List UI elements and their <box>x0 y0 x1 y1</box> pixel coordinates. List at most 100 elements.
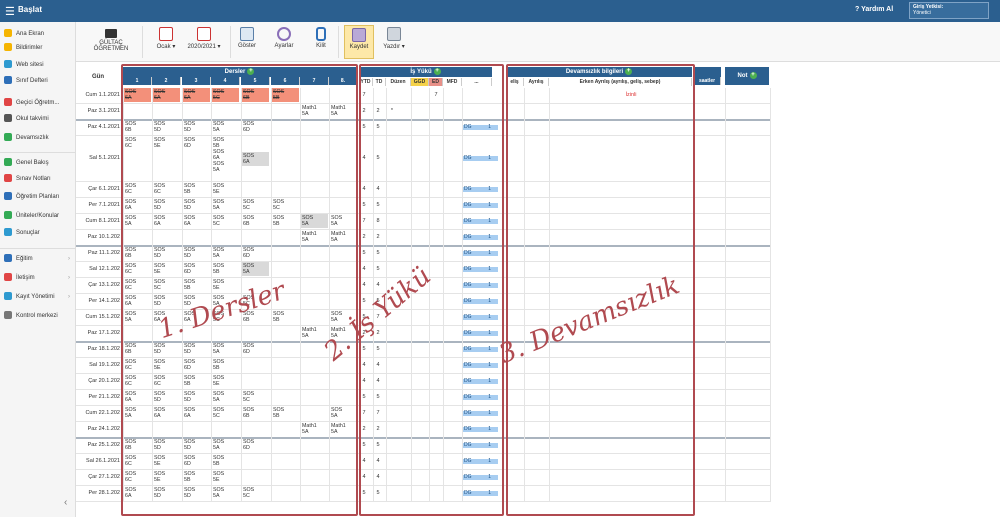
year-select[interactable]: 2020/2021 ▾ <box>184 25 224 50</box>
sidebar-item-icon <box>4 76 12 85</box>
sidebar-divider <box>0 248 76 249</box>
print-label: Yazdır <box>383 44 401 50</box>
gear-icon <box>277 27 291 41</box>
toolbar: GÜLTAÇ ÖĞRETMEN Ocak ▾ 2020/2021 ▾ Göste… <box>76 22 1000 62</box>
sidebar-item-icon <box>4 192 12 201</box>
toolbar-divider <box>338 26 339 58</box>
sidebar-item-icon <box>4 311 12 320</box>
sidebar-item-label: Kayıt Yönetimi <box>16 294 55 300</box>
add-note-icon[interactable]: + <box>749 71 757 79</box>
day-label: Çar 20.1.202 <box>88 378 120 384</box>
teacher-name-line2: ÖĞRETMEN <box>93 46 129 52</box>
settings-label: Ayarlar <box>274 43 294 49</box>
chevron-right-icon: › <box>68 275 70 281</box>
sidebar-item[interactable]: İletişim › <box>4 271 76 285</box>
help-label: Yardım Al <box>861 6 894 13</box>
print-button[interactable]: Yazdır ▾ <box>379 25 409 50</box>
sidebar-item[interactable]: Bildirimler <box>4 41 76 55</box>
sidebar-item-label: İletişim <box>16 275 35 281</box>
year-label: 2020/2021 <box>187 44 216 50</box>
floppy-disk-icon <box>352 28 366 42</box>
day-label: Sal 26.1.2021 <box>86 458 120 464</box>
collapse-sidebar-icon[interactable]: ‹ <box>64 497 67 508</box>
sidebar-item-icon <box>4 292 12 301</box>
sidebar-item-icon <box>4 158 12 167</box>
column-divider <box>725 88 726 502</box>
sidebar-item-icon <box>4 211 12 220</box>
sidebar-item-label: Okul takvimi <box>16 116 49 122</box>
day-label: Paz 25.1.202 <box>87 442 120 448</box>
sidebar-item[interactable]: Okul takvimi <box>4 112 76 126</box>
sidebar-item[interactable]: Sonuçlar <box>4 226 76 240</box>
sidebar-item[interactable]: Eğitim › <box>0 248 76 266</box>
day-label: Cum 15.1.202 <box>85 314 120 320</box>
save-label: Kaydet <box>349 44 369 50</box>
sidebar-item[interactable]: Ana Ekran <box>4 27 76 41</box>
auth-select[interactable]: Giriş Yetkisi: Yönetici <box>909 2 989 19</box>
day-label: Çar 13.1.202 <box>88 282 120 288</box>
sidebar-item-label: Sınıf Defteri <box>16 78 48 84</box>
day-label: Paz 18.1.202 <box>87 346 120 352</box>
day-label: Cum 1.1.2021 <box>85 92 120 98</box>
settings-button[interactable]: Ayarlar <box>272 25 296 49</box>
lock-label: Kilit <box>316 43 326 49</box>
day-label: Sal 5.1.2021 <box>89 155 120 161</box>
sidebar-item-icon <box>4 174 12 183</box>
day-label: Paz 3.1.2021 <box>87 108 120 114</box>
sidebar-item[interactable]: Genel Bakış <box>0 152 76 170</box>
sidebar-item-label: Sonuçlar <box>16 230 40 236</box>
month-label: Ocak <box>156 44 171 50</box>
sidebar-item-label: Üniteler/Konular <box>16 213 60 219</box>
sidebar-item-label: Genel Bakış <box>16 160 49 166</box>
sidebar-item-icon <box>4 98 12 107</box>
sidebar-item-label: Sınav Notları <box>16 176 51 182</box>
day-label: Per 28.1.202 <box>88 490 121 496</box>
day-label: Per 7.1.2021 <box>88 202 121 208</box>
schedule-grid: Gün Dersler + 1 2 3 4 5 6 7 8. İş Yükü + YTD TD Düz… <box>76 62 1000 517</box>
app-title[interactable]: Başlat <box>18 5 42 14</box>
hamburger-menu-icon[interactable]: ☰ <box>5 5 15 18</box>
lock-button[interactable]: Kilit <box>313 25 329 49</box>
sidebar-item[interactable]: Sınıf Defteri <box>4 74 76 88</box>
sidebar-item[interactable]: Kayıt Yönetimi › <box>4 290 76 304</box>
note-header: Not + <box>725 67 769 85</box>
help-button[interactable]: ? Yardım Al <box>855 6 893 13</box>
sidebar-item[interactable]: Web sitesi <box>4 58 76 72</box>
sidebar-item[interactable]: Devamsızlık <box>4 131 76 145</box>
day-label: Sal 19.1.202 <box>89 362 120 368</box>
grid-icon <box>240 27 254 41</box>
sidebar-item-label: Devamsızlık <box>16 135 49 141</box>
day-label: Per 14.1.202 <box>88 298 121 304</box>
show-label: Göster <box>237 43 256 49</box>
printer-icon <box>387 27 401 41</box>
day-label: Paz 11.1.202 <box>87 250 120 256</box>
month-select[interactable]: Ocak ▾ <box>151 25 181 50</box>
calendar-icon <box>159 27 173 41</box>
sidebar-item[interactable]: Üniteler/Konular <box>4 209 76 223</box>
show-button[interactable]: Göster <box>236 25 258 49</box>
day-label: Paz 17.1.202 <box>87 330 120 336</box>
sidebar-item-icon <box>4 254 12 263</box>
sidebar-item-label: Geçici Öğretm... <box>16 100 60 106</box>
sidebar-item[interactable]: Sınav Notları <box>4 172 76 186</box>
sidebar-item[interactable]: Geçici Öğretm... <box>4 96 76 110</box>
workload-highlight-box <box>359 64 504 516</box>
top-bar: ☰ Başlat ? Yardım Al Giriş Yetkisi: Yöne… <box>0 0 1000 22</box>
teacher-button[interactable]: GÜLTAÇ ÖĞRETMEN <box>88 25 134 52</box>
sidebar-item-label: Öğretim Planları <box>16 194 60 200</box>
sidebar-item-icon <box>4 114 12 123</box>
graduation-cap-icon <box>105 29 117 38</box>
sidebar-item[interactable]: Kontrol merkezi <box>4 309 76 323</box>
save-button[interactable]: Kaydet <box>344 25 374 59</box>
day-column-header: Gün <box>92 74 104 80</box>
sidebar-item-label: Kontrol merkezi <box>16 313 58 319</box>
sidebar-item-label: Web sitesi <box>16 62 44 68</box>
auth-value: Yönetici <box>913 10 931 16</box>
toolbar-divider <box>230 26 231 58</box>
day-label: Per 21.1.202 <box>88 394 121 400</box>
sidebar-item[interactable]: Öğretim Planları <box>4 190 76 204</box>
sidebar-divider <box>0 152 76 153</box>
toolbar-divider <box>142 26 143 58</box>
sidebar-item-icon <box>4 60 12 69</box>
lock-icon <box>316 27 326 41</box>
